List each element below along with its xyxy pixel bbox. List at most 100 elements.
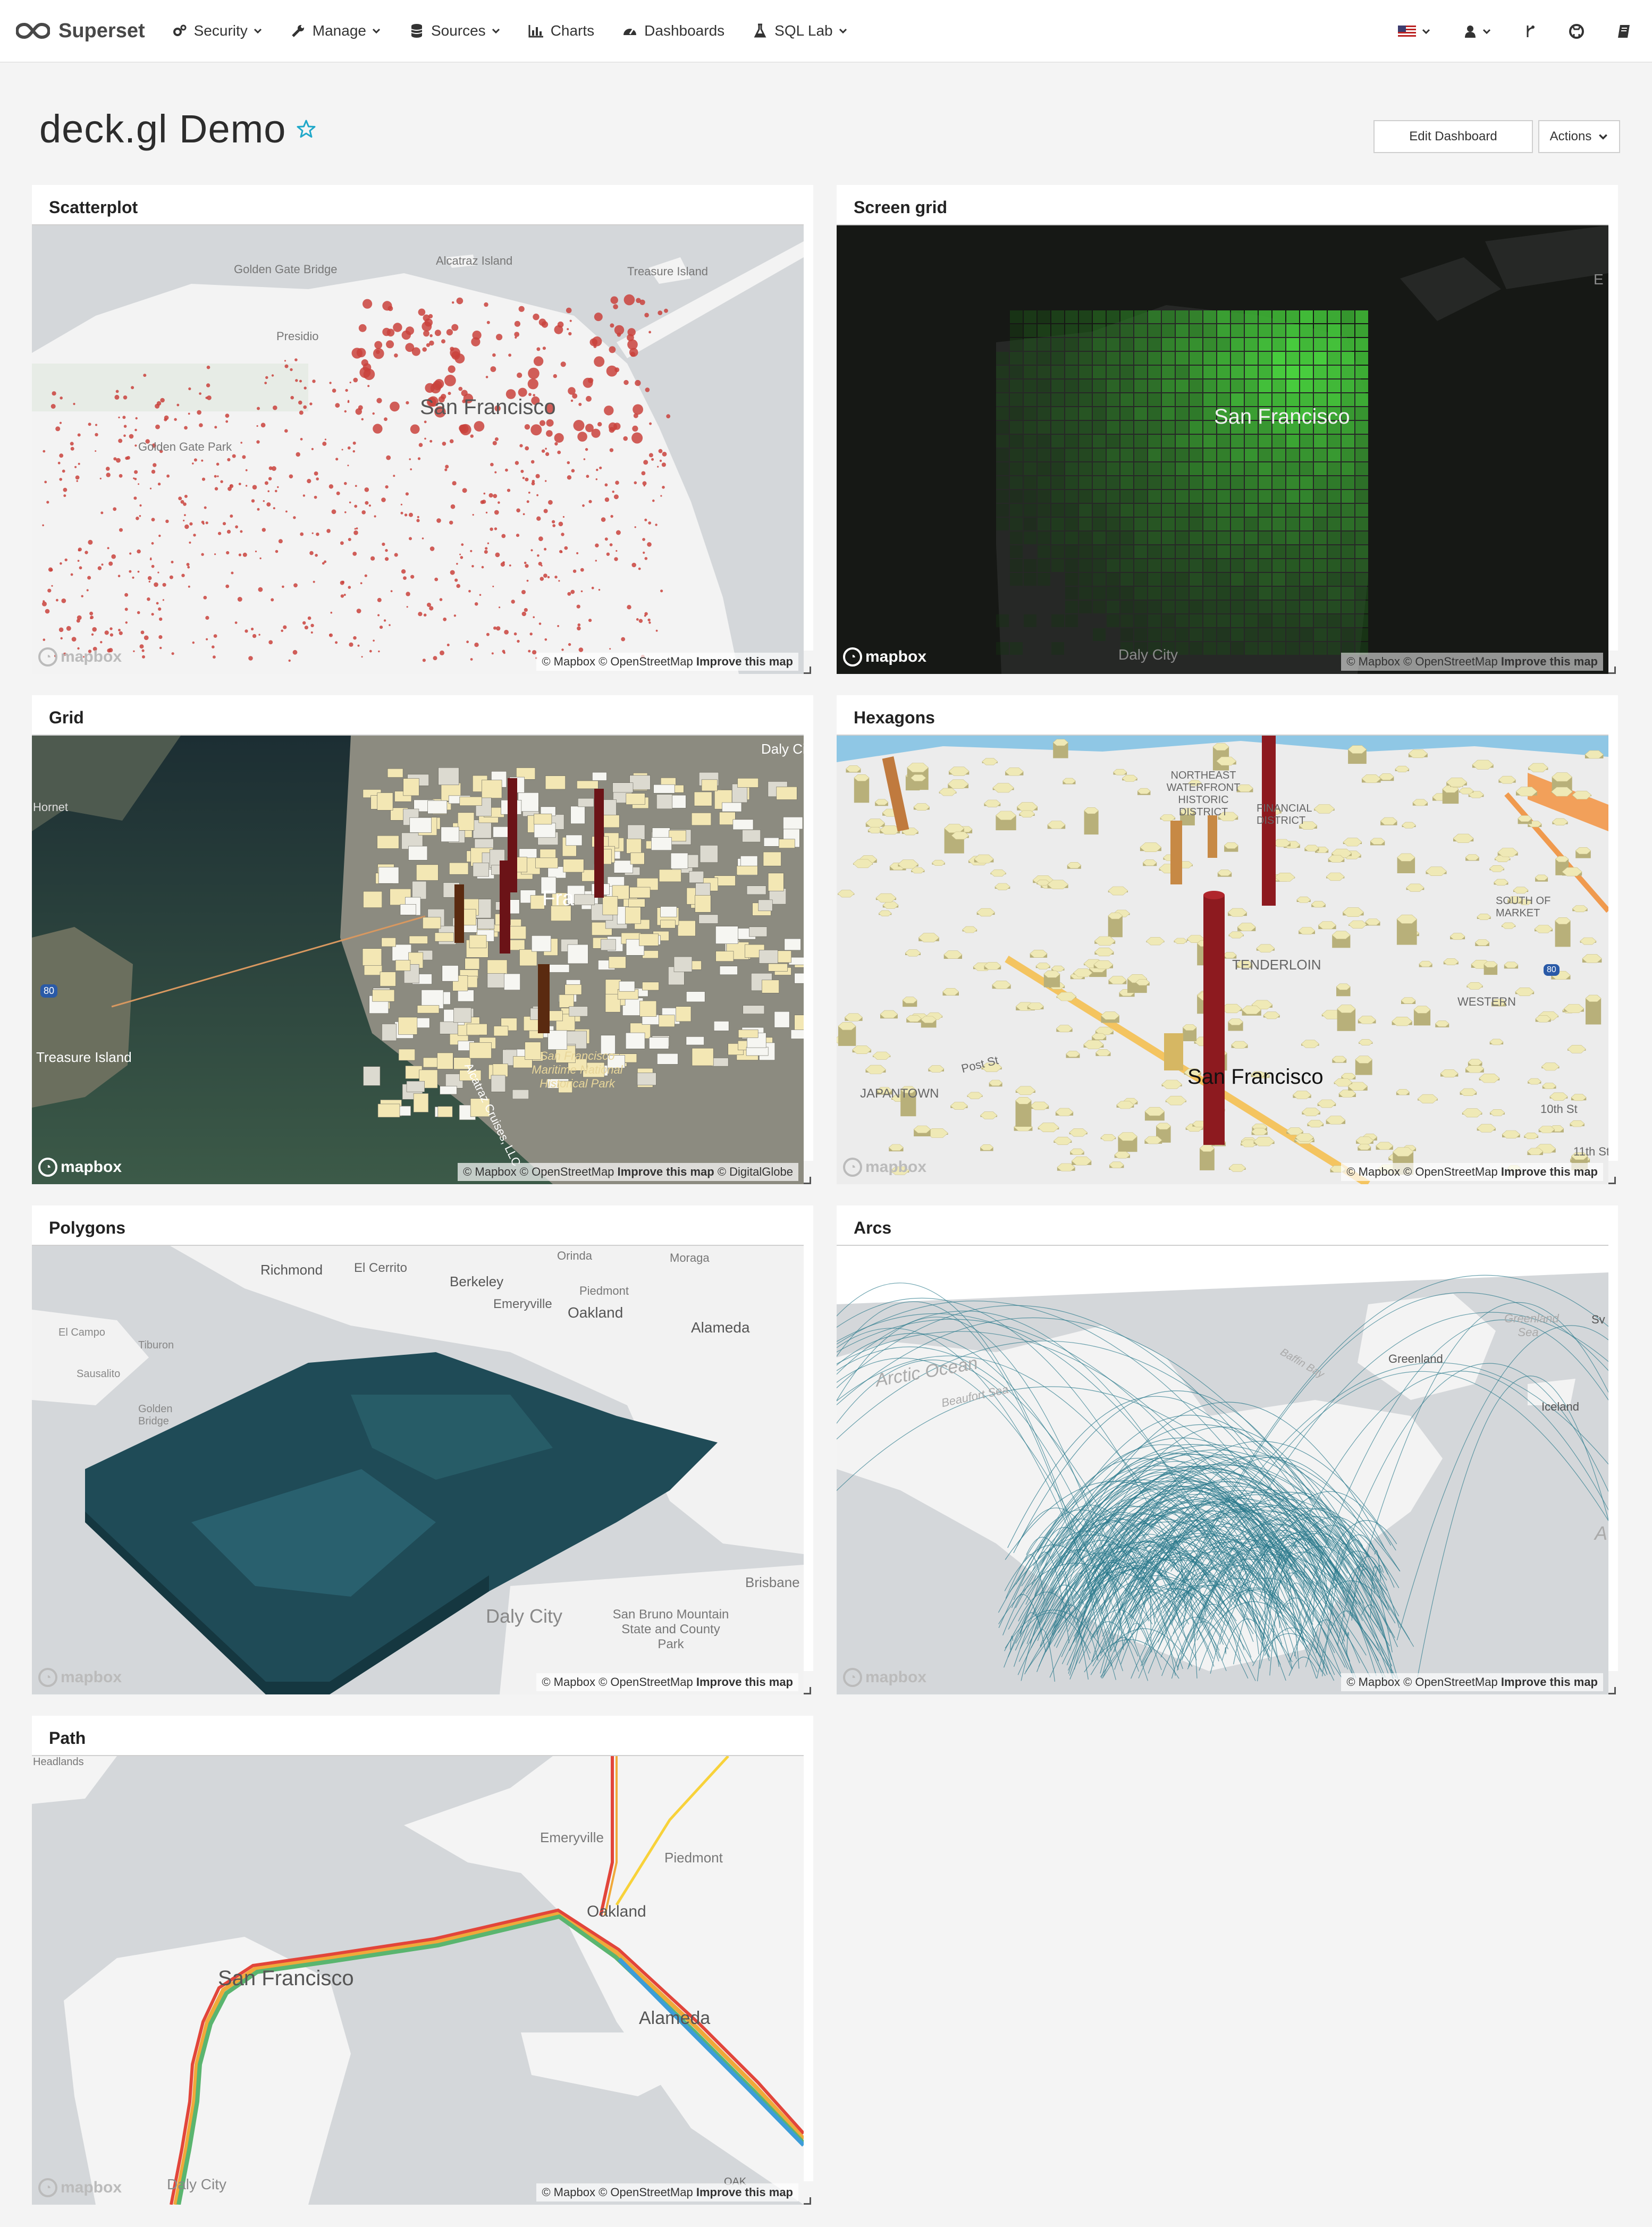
grid-cell [1314, 324, 1327, 337]
grid-cell [1217, 628, 1230, 641]
scatter-point [151, 542, 154, 545]
grid-block [639, 1000, 657, 1017]
mapbox-logo[interactable]: ◔ mapbox [843, 1158, 926, 1177]
grid-block [738, 1030, 758, 1038]
grid-block [613, 860, 633, 873]
attrib-osm[interactable]: © OpenStreetMap [1403, 1165, 1498, 1178]
grid-cell [1328, 504, 1341, 517]
improve-map-link[interactable]: Improve this map [696, 1675, 793, 1689]
scatter-point [393, 475, 395, 477]
improve-map-link[interactable]: Improve this map [618, 1165, 714, 1178]
star-icon[interactable] [296, 119, 317, 140]
grid-cell [1286, 435, 1299, 448]
scatter-point [271, 598, 274, 602]
improve-map-link[interactable]: Improve this map [696, 2186, 793, 2199]
chevron-down-icon [1482, 29, 1491, 35]
language-selector[interactable] [1398, 26, 1431, 37]
attrib-mapbox[interactable]: © Mapbox [542, 1675, 595, 1689]
version-link[interactable] [1524, 23, 1536, 39]
mapbox-logo[interactable]: ◔ mapbox [38, 647, 122, 667]
attrib-mapbox[interactable]: © Mapbox [1346, 655, 1400, 668]
resize-handle[interactable] [804, 1177, 811, 1184]
nav-charts[interactable]: Charts [528, 0, 594, 62]
mapbox-logo[interactable]: ◔ mapbox [38, 1158, 122, 1177]
map-polygons[interactable]: Richmond El Cerrito Orinda Moraga Berkel… [32, 1246, 804, 1694]
scatter-point [609, 346, 616, 353]
brand-link[interactable]: Superset [16, 0, 145, 62]
nav-sqllab[interactable]: SQL Lab [752, 0, 847, 62]
grid-block [449, 862, 469, 875]
attrib-osm[interactable]: © OpenStreetMap [520, 1165, 614, 1178]
map-screen-grid[interactable]: San Francisco Daly City E ◔ mapbox © Map… [837, 225, 1608, 674]
attrib-mapbox[interactable]: © Mapbox [542, 2186, 595, 2199]
mapbox-logo[interactable]: ◔ mapbox [38, 2178, 122, 2197]
github-link[interactable] [1569, 24, 1584, 39]
map-grid[interactable]: Hornet Treasure Island 80 San Francisco … [32, 736, 804, 1184]
scatter-point [352, 441, 356, 445]
grid-cell [1259, 338, 1271, 351]
attrib-osm[interactable]: © OpenStreetMap [599, 1675, 693, 1689]
actions-dropdown[interactable]: Actions [1538, 120, 1620, 153]
improve-map-link[interactable]: Improve this map [696, 655, 793, 668]
scatter-point [58, 627, 64, 632]
resize-handle[interactable] [1608, 667, 1616, 674]
grid-cell [1134, 559, 1147, 572]
user-menu[interactable] [1464, 24, 1491, 38]
scatter-point [70, 446, 74, 451]
nav-security[interactable]: Security [172, 0, 263, 62]
map-scatterplot[interactable]: Golden Gate Bridge Alcatraz Island Treas… [32, 225, 804, 674]
scatter-point [124, 608, 128, 611]
attrib-osm[interactable]: © OpenStreetMap [599, 2186, 693, 2199]
grid-block [531, 935, 551, 952]
attrib-mapbox[interactable]: © Mapbox [1346, 1165, 1400, 1178]
grid-cell [1272, 628, 1285, 641]
grid-cell [1093, 628, 1106, 641]
attrib-mapbox[interactable]: © Mapbox [542, 655, 595, 668]
attrib-osm[interactable]: © OpenStreetMap [1403, 1675, 1498, 1689]
map-path[interactable]: Headlands Emeryville Piedmont Oakland Sa… [32, 1756, 804, 2205]
edit-dashboard-button[interactable]: Edit Dashboard [1373, 120, 1533, 153]
scatter-point [162, 583, 166, 587]
mapbox-logo[interactable]: ◔ mapbox [843, 1668, 926, 1687]
grid-cell [1148, 504, 1161, 517]
mapbox-logo[interactable]: ◔ mapbox [843, 647, 926, 667]
docs-link[interactable] [1617, 24, 1631, 39]
attrib-mapbox[interactable]: © Mapbox [1346, 1675, 1400, 1689]
nav-sources[interactable]: Sources [409, 0, 501, 62]
scatter-point [480, 500, 484, 504]
map-arcs[interactable]: Arctic Ocean Beaufort Sea Baffin Bay Gre… [837, 1246, 1608, 1694]
improve-map-link[interactable]: Improve this map [1501, 1675, 1598, 1689]
scatter-point [499, 606, 501, 609]
scatter-point [226, 551, 230, 555]
scatter-point [143, 374, 147, 377]
nav-dashboards[interactable]: Dashboards [622, 0, 724, 62]
mapbox-icon: ◔ [843, 1668, 862, 1687]
grid-block [794, 1015, 804, 1032]
resize-handle[interactable] [1608, 1177, 1616, 1184]
attrib-mapbox[interactable]: © Mapbox [463, 1165, 517, 1178]
improve-map-link[interactable]: Improve this map [1501, 1165, 1598, 1178]
grid-cell [1190, 601, 1202, 613]
attrib-osm[interactable]: © OpenStreetMap [1403, 655, 1498, 668]
nav-manage[interactable]: Manage [290, 0, 381, 62]
resize-handle[interactable] [804, 2197, 811, 2205]
map-hexagons[interactable]: NORTHEAST WATERFRONT HISTORIC DISTRICT F… [837, 736, 1608, 1184]
grid-cell [1231, 476, 1244, 489]
resize-handle[interactable] [1608, 1687, 1616, 1694]
grid-cell [1355, 490, 1368, 503]
grid-cell [1162, 628, 1175, 641]
scatter-point [307, 616, 311, 620]
grid-cell [1038, 379, 1050, 392]
scatter-point [347, 446, 351, 450]
grid-block [649, 1037, 669, 1049]
scatter-point [230, 514, 233, 518]
grid-cell [1355, 532, 1368, 544]
resize-handle[interactable] [804, 1687, 811, 1694]
resize-handle[interactable] [804, 667, 811, 674]
improve-map-link[interactable]: Improve this map [1501, 655, 1598, 668]
scatter-point [193, 534, 196, 537]
attrib-digitalglobe[interactable]: © DigitalGlobe [718, 1165, 793, 1178]
grid-cell [1079, 379, 1092, 392]
mapbox-logo[interactable]: ◔ mapbox [38, 1668, 122, 1687]
attrib-osm[interactable]: © OpenStreetMap [599, 655, 693, 668]
